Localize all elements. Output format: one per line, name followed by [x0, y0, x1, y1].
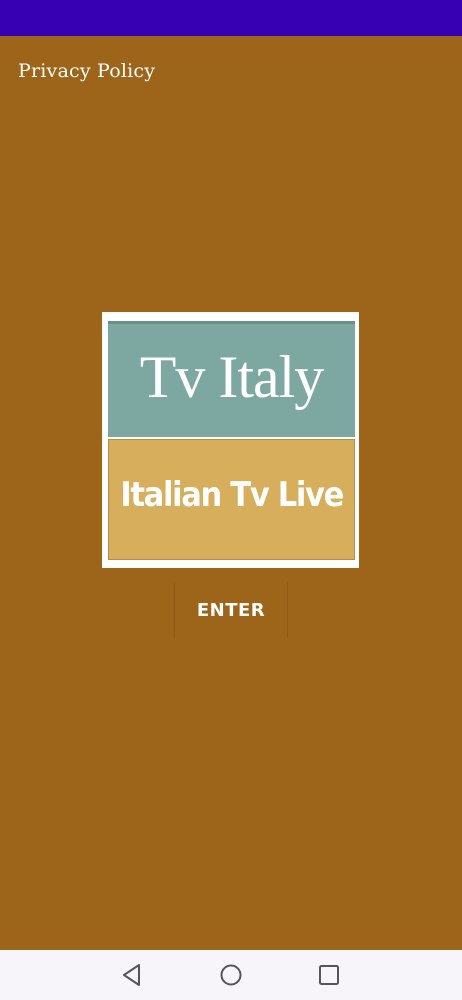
- back-icon[interactable]: [119, 962, 145, 988]
- privacy-policy-link[interactable]: Privacy Policy: [18, 58, 155, 84]
- app-logo: Tv Italy Italian Tv Live: [102, 312, 359, 568]
- home-icon[interactable]: [218, 962, 244, 988]
- logo-top-panel: Tv Italy: [108, 321, 355, 437]
- logo-subtitle: Italian Tv Live: [120, 474, 344, 515]
- enter-button[interactable]: ENTER: [174, 582, 288, 638]
- logo-title: Tv Italy: [139, 343, 325, 410]
- logo-bottom-panel: Italian Tv Live: [108, 439, 355, 560]
- navigation-bar: [0, 950, 462, 1000]
- recents-icon[interactable]: [316, 962, 342, 988]
- status-bar: [0, 0, 462, 36]
